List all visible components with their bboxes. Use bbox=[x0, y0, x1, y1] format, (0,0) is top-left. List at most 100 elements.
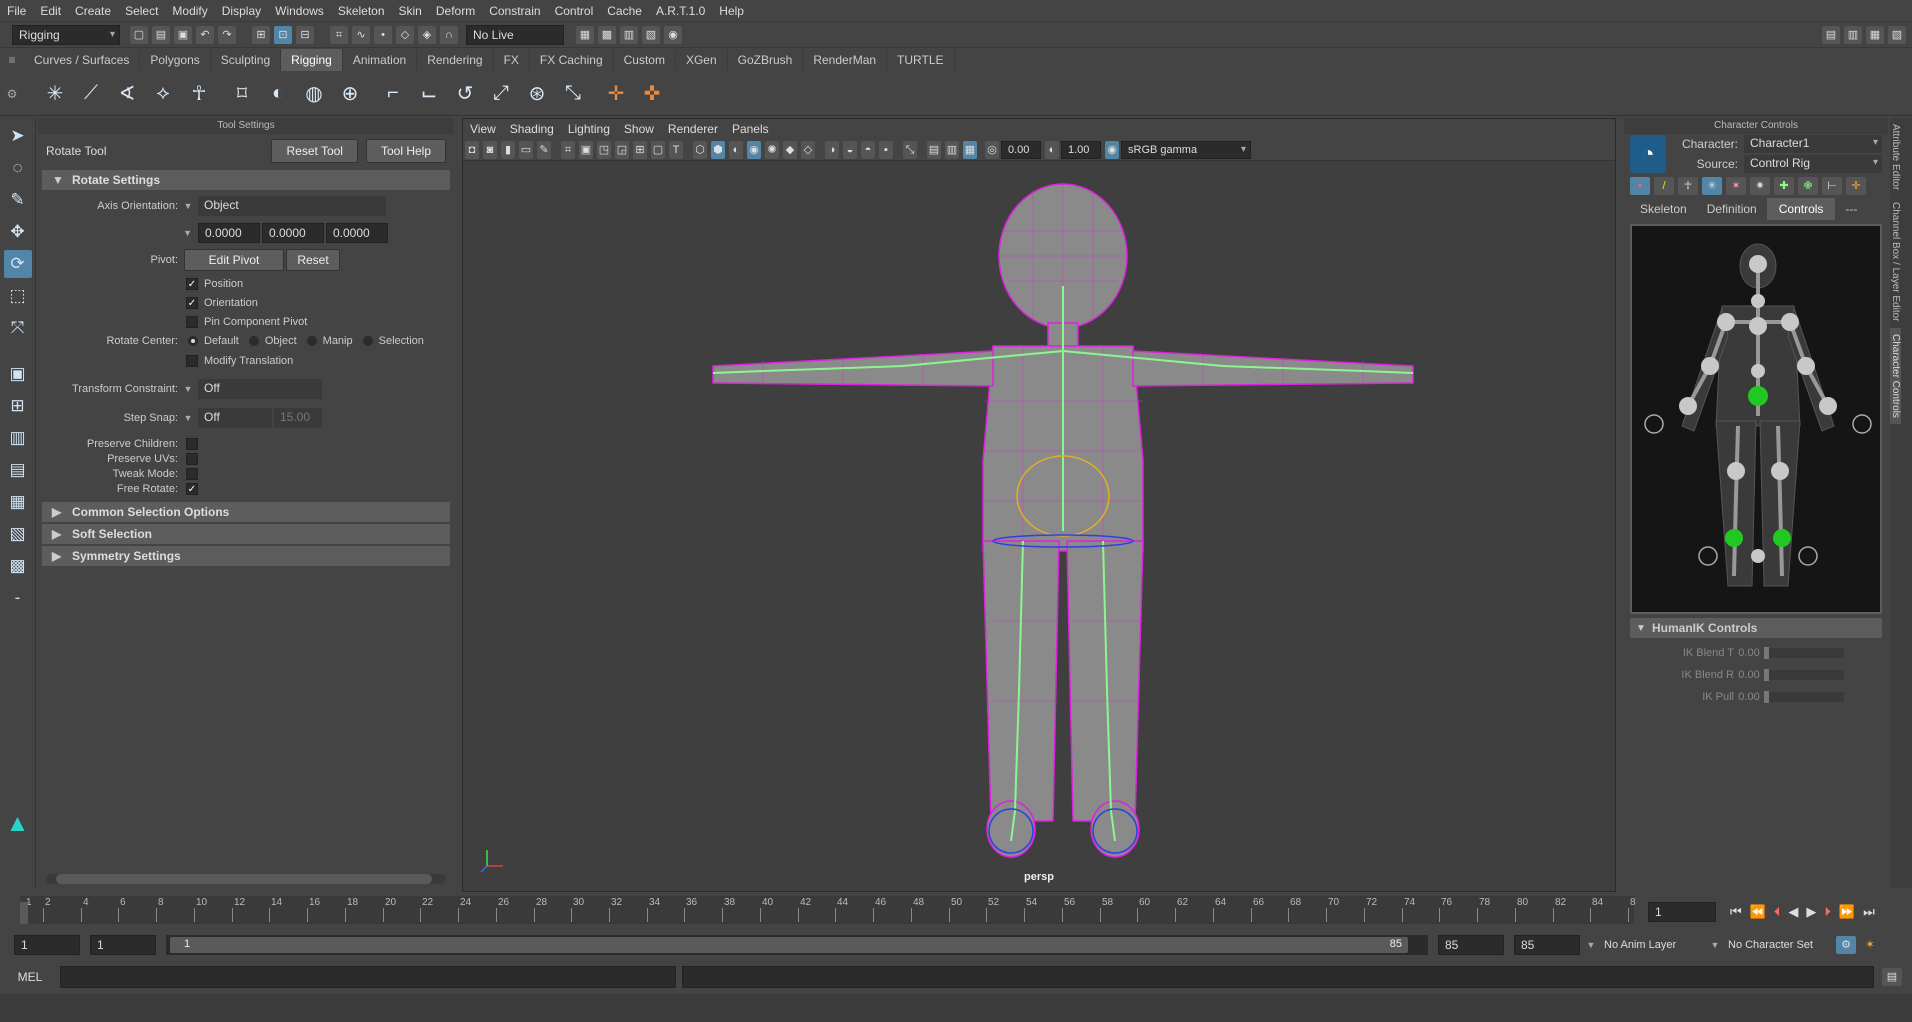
tab-rigging[interactable]: Rigging bbox=[281, 49, 343, 71]
tweak-mode-checkbox[interactable] bbox=[186, 467, 198, 480]
hypershade-layout-icon[interactable]: ▧ bbox=[4, 520, 32, 548]
xray-joints-icon[interactable]: ▤ bbox=[927, 140, 941, 159]
snap-surface-icon[interactable]: ◈ bbox=[418, 25, 436, 44]
pin-rotate-icon[interactable]: ✙ bbox=[1798, 177, 1818, 195]
vp-menu-renderer[interactable]: Renderer bbox=[661, 119, 725, 139]
menu-select[interactable]: Select bbox=[118, 0, 165, 22]
reset-tool-button[interactable]: Reset Tool bbox=[271, 139, 358, 163]
hips-effector[interactable] bbox=[1748, 386, 1768, 406]
command-input[interactable] bbox=[60, 966, 676, 988]
chevron-down-icon[interactable]: ▼ bbox=[1708, 940, 1722, 950]
chevron-down-icon[interactable]: ▼ bbox=[1584, 940, 1598, 950]
snap-grid-icon[interactable]: ⌗ bbox=[330, 25, 348, 44]
character-dropdown[interactable]: Character1 bbox=[1744, 135, 1882, 153]
timeline-track[interactable]: 1 2 4 6 8 10 12 14 16 18 20 22 24 26 28 30 32 34 36 38 40 42 4… bbox=[20, 896, 1636, 924]
tab-attribute-editor[interactable]: Attribute Editor bbox=[1890, 118, 1901, 196]
preserve-children-checkbox[interactable] bbox=[186, 437, 198, 450]
chevron-down-icon[interactable]: ▼ bbox=[178, 201, 198, 211]
antialias-icon[interactable]: ◒ bbox=[843, 140, 857, 159]
unpin-icon[interactable]: ✛ bbox=[1846, 177, 1866, 195]
hik-logo-icon[interactable]: ◔ bbox=[1630, 135, 1666, 173]
menu-edit[interactable]: Edit bbox=[33, 0, 68, 22]
last-tool-icon[interactable]: ⤧ bbox=[4, 314, 32, 342]
live-surface-field[interactable]: No Live Surface bbox=[466, 24, 564, 60]
menu-file[interactable]: File bbox=[0, 0, 33, 22]
pin-component-checkbox[interactable] bbox=[186, 315, 198, 328]
edit-pivot-button[interactable]: Edit Pivot bbox=[184, 249, 284, 271]
anim-end-field[interactable]: 85 bbox=[1514, 935, 1580, 955]
gate-mask-icon[interactable]: ◲ bbox=[615, 140, 629, 159]
axis-orientation-dropdown[interactable]: Object bbox=[198, 196, 386, 216]
ik-pull-slider[interactable] bbox=[1764, 691, 1844, 703]
magnet-icon[interactable]: ∩ bbox=[440, 25, 458, 44]
source-dropdown[interactable]: Control Rig bbox=[1744, 155, 1882, 173]
scale-constraint-icon[interactable]: ⤢ bbox=[486, 79, 516, 109]
paint-weights-icon[interactable]: ◐ bbox=[263, 79, 293, 109]
viewport-canvas[interactable] bbox=[463, 161, 1615, 891]
select-hierarchy-icon[interactable]: ⊞ bbox=[252, 25, 270, 44]
rotate-z-field[interactable]: 0.0000 bbox=[326, 223, 388, 243]
isolate-icon[interactable]: ▪ bbox=[879, 140, 893, 159]
chevron-down-icon[interactable]: ▼ bbox=[38, 228, 198, 238]
vp-menu-show[interactable]: Show bbox=[617, 119, 661, 139]
point-constraint-icon[interactable]: ⌙ bbox=[414, 79, 444, 109]
step-forward-key-icon[interactable]: ⏩ bbox=[1839, 904, 1855, 920]
tab-skeleton[interactable]: Skeleton bbox=[1630, 198, 1697, 220]
xray-icon[interactable]: ⤡ bbox=[903, 140, 917, 159]
humanik-controls-section[interactable]: ▼ HumanIK Controls bbox=[1630, 618, 1882, 638]
anim-layer-dropdown[interactable]: No Anim Layer bbox=[1598, 939, 1708, 951]
pin-translate-icon[interactable]: ✚ bbox=[1774, 177, 1794, 195]
left-ankle-effector[interactable] bbox=[1725, 529, 1743, 547]
rotate-settings-section[interactable]: ▼ Rotate Settings bbox=[42, 170, 450, 190]
range-slider[interactable]: 1 85 bbox=[166, 935, 1428, 955]
pole-vector-icon[interactable]: ⤡ bbox=[558, 79, 588, 109]
hypershade-icon[interactable]: ◉ bbox=[664, 25, 682, 44]
wireframe-icon[interactable]: ⬡ bbox=[693, 140, 707, 159]
skeleton-joints[interactable] bbox=[712, 286, 1414, 842]
tab-sculpting[interactable]: Sculpting bbox=[211, 49, 282, 71]
select-object-icon[interactable]: ⊡ bbox=[274, 25, 292, 44]
right-ankle-effector[interactable] bbox=[1773, 529, 1791, 547]
shelf-gear-icon[interactable]: ⚙ bbox=[0, 87, 24, 101]
menu-display[interactable]: Display bbox=[215, 0, 268, 22]
open-scene-icon[interactable]: ▤ bbox=[152, 25, 170, 44]
anim-start-field[interactable]: 1 bbox=[14, 935, 80, 955]
hik-figure[interactable] bbox=[1632, 226, 1880, 612]
vp-menu-view[interactable]: View bbox=[463, 119, 503, 139]
bind-skin-icon[interactable]: ⌑ bbox=[227, 79, 257, 109]
panel-toggle-icon[interactable]: ▦ bbox=[1866, 25, 1884, 44]
move-tool-icon[interactable]: ✥ bbox=[4, 218, 32, 246]
colorspace-dropdown[interactable]: sRGB gamma bbox=[1121, 140, 1251, 159]
scrollbar-thumb[interactable] bbox=[56, 874, 432, 884]
tab-gozbrush[interactable]: GoZBrush bbox=[728, 49, 804, 71]
tab-fx[interactable]: FX bbox=[494, 49, 530, 71]
playback-end-field[interactable]: 85 bbox=[1438, 935, 1504, 955]
gamma-field[interactable]: 1.00 bbox=[1061, 140, 1101, 159]
gamma-icon[interactable]: ◐ bbox=[1045, 140, 1059, 159]
joint-tool-icon[interactable]: ⟋ bbox=[76, 79, 106, 109]
tab-rendering[interactable]: Rendering bbox=[417, 49, 494, 71]
bookmark-icon[interactable]: ▮ bbox=[501, 140, 515, 159]
resolution-gate-icon[interactable]: ◳ bbox=[597, 140, 611, 159]
parent-constraint-icon[interactable]: ⌐ bbox=[378, 79, 408, 109]
tab-more[interactable]: --- bbox=[1835, 198, 1867, 220]
reset-pivot-button[interactable]: Reset bbox=[286, 249, 340, 271]
vp-menu-panels[interactable]: Panels bbox=[725, 119, 776, 139]
hik-figure-view[interactable] bbox=[1630, 224, 1882, 614]
motion-blur-icon[interactable]: ◑ bbox=[825, 140, 839, 159]
preserve-uvs-checkbox[interactable] bbox=[186, 452, 198, 465]
smooth-shade-icon[interactable]: ⬢ bbox=[711, 140, 725, 159]
collapse-icon[interactable]: - bbox=[4, 584, 32, 612]
lattice-icon[interactable]: ◍ bbox=[299, 79, 329, 109]
tab-controls[interactable]: Controls bbox=[1766, 198, 1836, 220]
rotate-x-field[interactable]: 0.0000 bbox=[198, 223, 260, 243]
tab-turtle[interactable]: TURTLE bbox=[887, 49, 955, 71]
range-slider-handle[interactable]: 1 85 bbox=[170, 937, 1408, 953]
tab-xgen[interactable]: XGen bbox=[676, 49, 728, 71]
go-to-end-icon[interactable]: ⏭ bbox=[1863, 904, 1875, 920]
menu-help[interactable]: Help bbox=[712, 0, 751, 22]
film-gate-icon[interactable]: ▣ bbox=[579, 140, 593, 159]
free-rotate-checkbox[interactable]: ✓ bbox=[186, 482, 198, 495]
script-lang-toggle[interactable]: MEL bbox=[0, 970, 60, 984]
graph-layout-icon[interactable]: ▦ bbox=[4, 488, 32, 516]
